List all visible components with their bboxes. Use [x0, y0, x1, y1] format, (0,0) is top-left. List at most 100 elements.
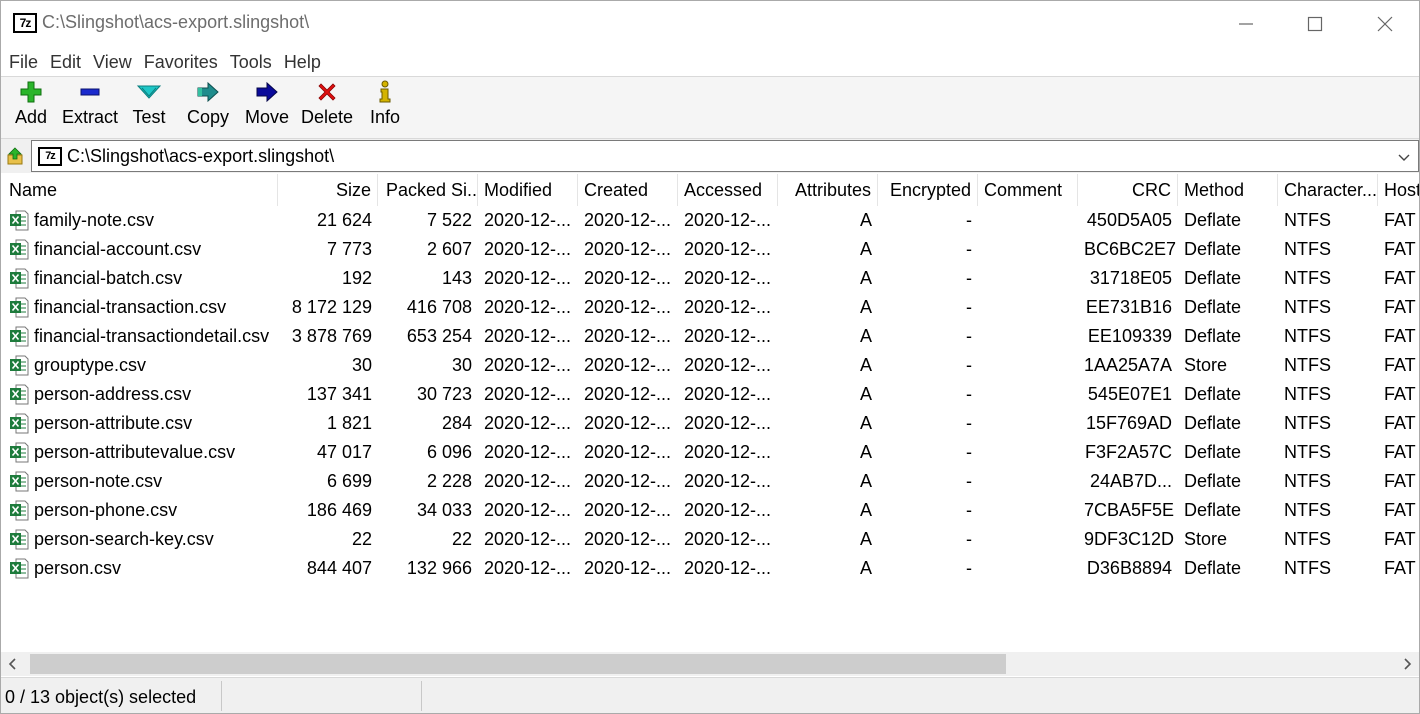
- file-created: 2020-12-...: [584, 558, 672, 578]
- column-header-name[interactable]: Name: [1, 174, 278, 206]
- table-row[interactable]: person-attributevalue.csv 47 017 6 096 2020…: [1, 438, 1419, 467]
- close-button[interactable]: [1350, 1, 1420, 47]
- file-list[interactable]: Name Size Packed Si... Modified Created …: [1, 174, 1419, 652]
- column-header-created[interactable]: Created: [578, 174, 678, 206]
- file-encrypted: -: [966, 326, 972, 346]
- table-row[interactable]: person-search-key.csv 22 22 2020-12-... 2020…: [1, 525, 1419, 554]
- column-header-accessed[interactable]: Accessed: [678, 174, 778, 206]
- file-host: FAT: [1384, 384, 1416, 404]
- add-button[interactable]: Add: [11, 79, 51, 128]
- column-header-characteristics[interactable]: Character...: [1278, 174, 1378, 206]
- address-dropdown-button[interactable]: [1396, 149, 1412, 165]
- status-divider: [421, 681, 422, 711]
- file-packed-size: 6 096: [426, 442, 472, 462]
- file-name: financial-transaction.csv: [34, 297, 227, 317]
- column-header-packed-size[interactable]: Packed Si...: [378, 174, 478, 206]
- file-crc: 9DF3C12D: [1084, 529, 1175, 549]
- maximize-button[interactable]: [1280, 1, 1350, 47]
- column-header-encrypted[interactable]: Encrypted: [878, 174, 978, 206]
- table-row[interactable]: person-attribute.csv 1 821 284 2020-12-... 2…: [1, 409, 1419, 438]
- table-row[interactable]: person-phone.csv 186 469 34 033 2020-12-...…: [1, 496, 1419, 525]
- column-header-attributes[interactable]: Attributes: [778, 174, 878, 206]
- file-name: person-address.csv: [34, 384, 192, 404]
- excel-csv-icon: [10, 500, 29, 521]
- info-button[interactable]: Info: [367, 79, 403, 128]
- file-method: Deflate: [1184, 210, 1242, 230]
- excel-csv-icon: [10, 558, 29, 579]
- scroll-thumb[interactable]: [30, 654, 1006, 674]
- column-header-comment[interactable]: Comment: [978, 174, 1078, 206]
- file-encrypted: -: [966, 413, 972, 433]
- scroll-right-button[interactable]: [1399, 656, 1415, 672]
- table-row[interactable]: financial-account.csv 7 773 2 607 2020-12-.…: [1, 235, 1419, 264]
- file-size: 3 878 769: [291, 326, 372, 346]
- minimize-button[interactable]: [1211, 1, 1281, 47]
- file-method: Deflate: [1184, 500, 1242, 520]
- menu-tools[interactable]: Tools: [226, 48, 276, 76]
- menu-help[interactable]: Help: [280, 48, 325, 76]
- file-characteristics: NTFS: [1284, 500, 1331, 520]
- column-header-size[interactable]: Size: [278, 174, 378, 206]
- file-modified: 2020-12-...: [484, 529, 572, 549]
- file-characteristics: NTFS: [1284, 442, 1331, 462]
- menu-edit[interactable]: Edit: [46, 48, 85, 76]
- file-crc: 15F769AD: [1085, 413, 1172, 433]
- file-method: Deflate: [1184, 326, 1242, 346]
- excel-csv-icon: [10, 210, 29, 231]
- column-header-host[interactable]: Host: [1378, 174, 1419, 206]
- up-folder-button[interactable]: [6, 146, 26, 166]
- column-header-crc[interactable]: CRC: [1078, 174, 1178, 206]
- file-created: 2020-12-...: [584, 268, 672, 288]
- info-icon: [379, 80, 391, 103]
- toolbar: Add Extract Test Copy Move Delete Info: [1, 77, 1419, 138]
- file-attributes: A: [859, 558, 872, 578]
- column-header-method[interactable]: Method: [1178, 174, 1278, 206]
- file-host: FAT: [1384, 413, 1416, 433]
- menu-favorites[interactable]: Favorites: [140, 48, 222, 76]
- table-row[interactable]: grouptype.csv 30 30 2020-12-... 2020-12-... 2…: [1, 351, 1419, 380]
- delete-button[interactable]: Delete: [300, 79, 354, 128]
- file-created: 2020-12-...: [584, 413, 672, 433]
- file-size: 8 172 129: [291, 297, 372, 317]
- menu-bar: File Edit View Favorites Tools Help: [1, 47, 1419, 77]
- table-row[interactable]: financial-transactiondetail.csv 3 878 769…: [1, 322, 1419, 351]
- archive-icon: 7z: [38, 147, 62, 166]
- file-host: FAT: [1384, 239, 1416, 259]
- table-row[interactable]: financial-batch.csv 192 143 2020-12-... 2020…: [1, 264, 1419, 293]
- table-row[interactable]: person.csv 844 407 132 966 2020-12-... 2020-…: [1, 554, 1419, 583]
- horizontal-scrollbar[interactable]: [1, 652, 1419, 676]
- file-packed-size: 34 033: [416, 500, 472, 520]
- file-attributes: A: [859, 355, 872, 375]
- file-comment: [978, 293, 1078, 322]
- file-encrypted: -: [966, 558, 972, 578]
- chevron-left-icon: [8, 658, 16, 670]
- file-packed-size: 143: [441, 268, 472, 288]
- file-packed-size: 2 607: [426, 239, 472, 259]
- file-packed-size: 653 254: [406, 326, 472, 346]
- table-row[interactable]: financial-transaction.csv 8 172 129 416 70…: [1, 293, 1419, 322]
- excel-csv-icon: [10, 297, 29, 318]
- file-modified: 2020-12-...: [484, 558, 572, 578]
- file-accessed: 2020-12-...: [684, 384, 772, 404]
- column-header-modified[interactable]: Modified: [478, 174, 578, 206]
- file-created: 2020-12-...: [584, 384, 672, 404]
- scroll-left-button[interactable]: [5, 656, 21, 672]
- file-size: 21 624: [316, 210, 372, 230]
- menu-view[interactable]: View: [89, 48, 136, 76]
- extract-button[interactable]: Extract: [61, 79, 119, 128]
- table-row[interactable]: person-note.csv 6 699 2 228 2020-12-... 2020…: [1, 467, 1419, 496]
- file-crc: EE731B16: [1085, 297, 1172, 317]
- file-rows: family-note.csv 21 624 7 522 2020-12-... 202…: [1, 206, 1419, 583]
- move-button[interactable]: Move: [243, 79, 291, 128]
- address-combobox[interactable]: 7z C:\Slingshot\acs-export.slingshot\: [31, 140, 1419, 172]
- file-host: FAT: [1384, 442, 1416, 462]
- file-modified: 2020-12-...: [484, 268, 572, 288]
- table-row[interactable]: person-address.csv 137 341 30 723 2020-12-.…: [1, 380, 1419, 409]
- file-encrypted: -: [966, 268, 972, 288]
- test-button[interactable]: Test: [129, 79, 169, 128]
- copy-button[interactable]: Copy: [185, 79, 231, 128]
- table-row[interactable]: family-note.csv 21 624 7 522 2020-12-... 202…: [1, 206, 1419, 235]
- title-bar[interactable]: 7z C:\Slingshot\acs-export.slingshot\: [1, 1, 1419, 47]
- menu-file[interactable]: File: [5, 48, 42, 76]
- file-modified: 2020-12-...: [484, 210, 572, 230]
